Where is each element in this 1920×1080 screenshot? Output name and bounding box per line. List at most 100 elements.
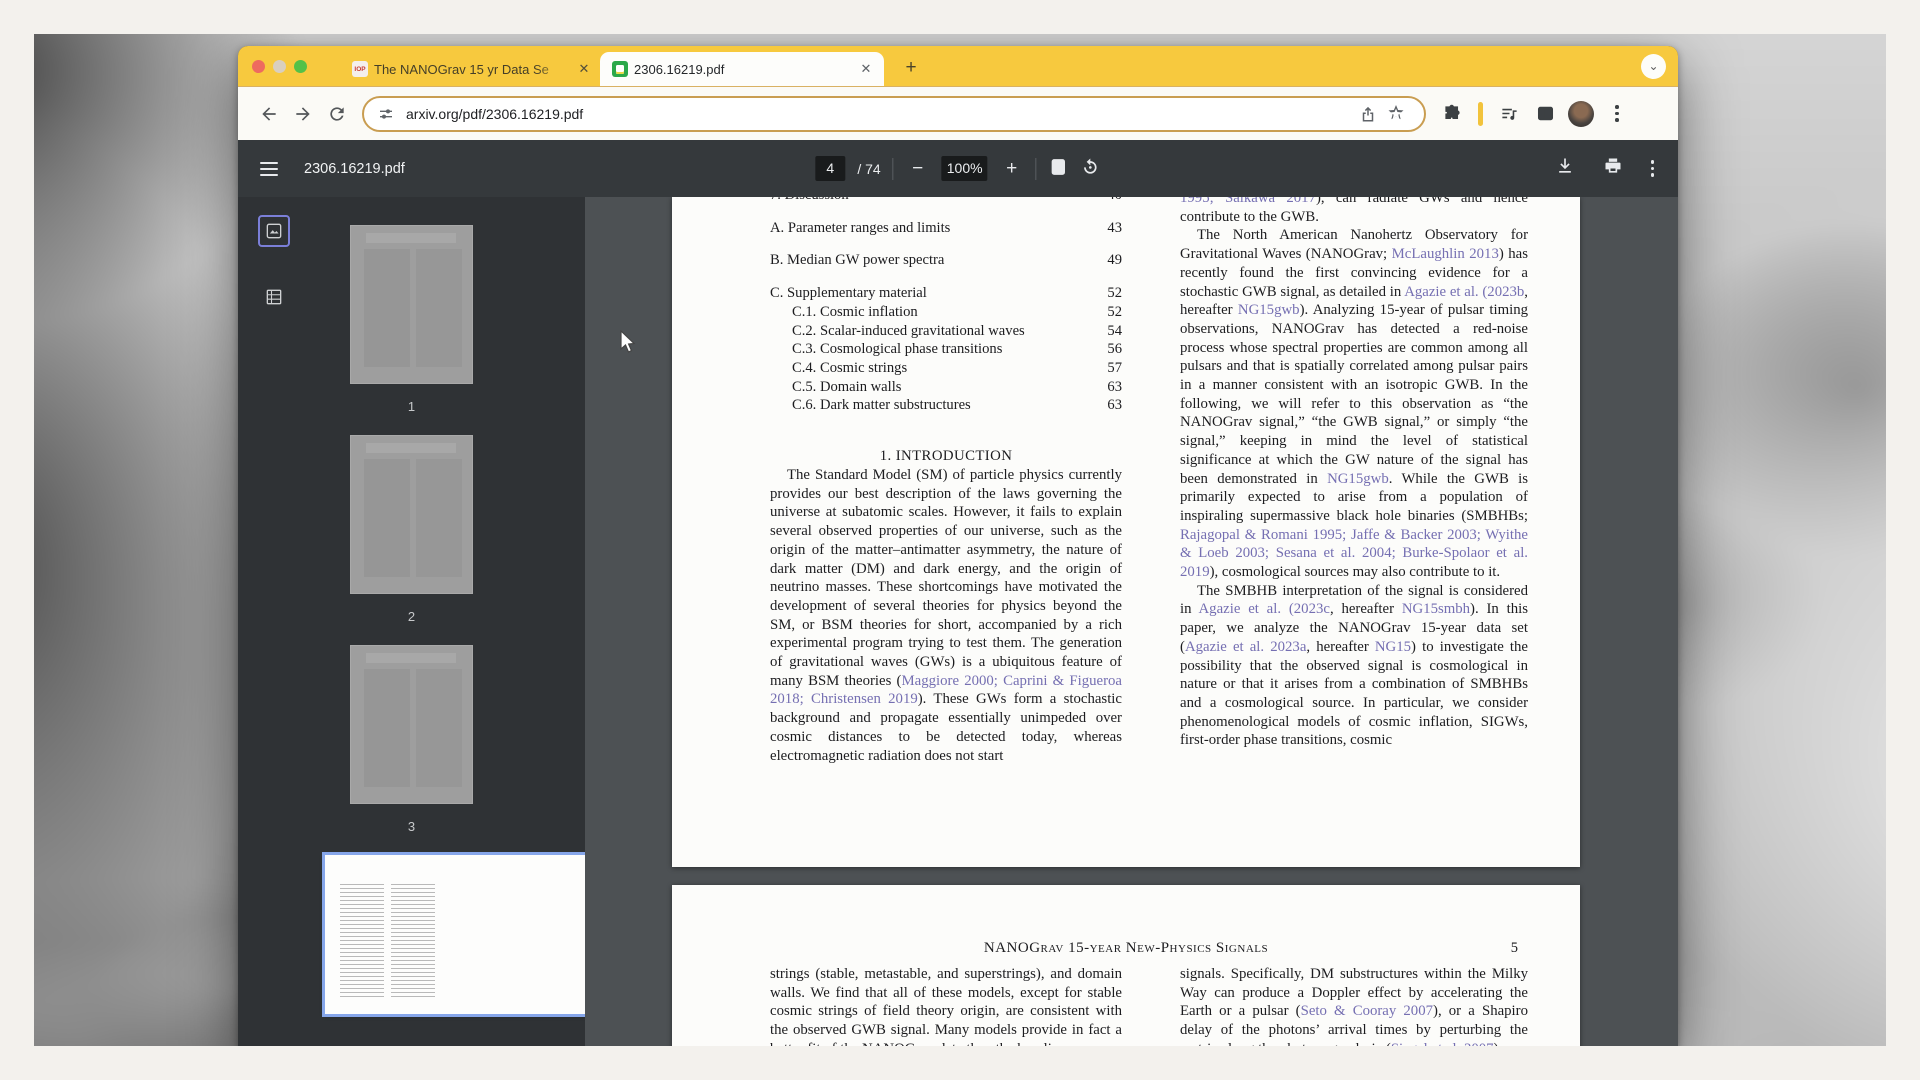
page-thumbnail-item: 4 xyxy=(408,855,415,885)
toc-row[interactable]: C.1. Cosmic inflation52 xyxy=(770,303,1122,322)
browser-window: IOP The NANOGrav 15 yr Data Se ✕ 2306.16… xyxy=(238,46,1678,1046)
url-input[interactable]: arxiv.org/pdf/2306.16219.pdf xyxy=(406,106,1354,122)
body-text: ). Analyzing 15-year of pulsar timing ob… xyxy=(1180,302,1528,486)
pdf-main-view: 7. Discussion40 A. Parameter ranges and l… xyxy=(585,197,1678,1046)
pdf-favicon-icon xyxy=(612,61,628,77)
toc-row[interactable]: B. Median GW power spectra49 xyxy=(770,251,1122,270)
page-thumbnail[interactable] xyxy=(350,435,473,594)
reload-icon xyxy=(327,104,347,124)
toc-entry-page: 63 xyxy=(1107,396,1122,415)
thumbnail-list: 1 2 3 4 xyxy=(238,225,585,906)
toc-row[interactable]: A. Parameter ranges and limits43 xyxy=(770,219,1122,238)
pdf-menu-button[interactable] xyxy=(260,162,278,176)
tab-nanograv-article[interactable]: IOP The NANOGrav 15 yr Data Se ✕ xyxy=(340,52,602,86)
citation-link[interactable]: 1995; Saikawa 2017 xyxy=(1180,197,1316,206)
print-button[interactable] xyxy=(1603,156,1623,181)
paragraph: The North American Nanohertz Observatory… xyxy=(1180,226,1528,581)
desktop-background: IOP The NANOGrav 15 yr Data Se ✕ 2306.16… xyxy=(34,34,1886,1046)
toc-entry-page: 40 xyxy=(1107,197,1122,205)
share-button[interactable] xyxy=(1354,100,1382,128)
bookmark-star-button[interactable] xyxy=(1382,100,1410,128)
site-settings-icon[interactable] xyxy=(378,106,394,122)
pdf-more-options-button[interactable] xyxy=(1651,160,1655,177)
citation-link[interactable]: Seto & Cooray 2007 xyxy=(1301,1003,1433,1019)
body-text: ) to investigate the possibility that th… xyxy=(1180,639,1528,749)
citation-link[interactable]: Agazie et al. 2023a xyxy=(1185,639,1306,655)
zoom-window-button[interactable] xyxy=(294,60,307,73)
reload-button[interactable] xyxy=(320,97,354,131)
citation-link[interactable]: NG15gwb xyxy=(1327,471,1389,487)
pdf-page-4: 7. Discussion40 A. Parameter ranges and l… xyxy=(672,197,1580,867)
browser-menu-button[interactable] xyxy=(1601,98,1633,130)
toc-row[interactable]: C. Supplementary material52 xyxy=(770,284,1122,303)
thumbnail-page-label: 2 xyxy=(350,609,473,624)
pdf-page-controls: 4 / 74 − 100% + xyxy=(815,140,1100,197)
rotate-button[interactable] xyxy=(1081,157,1101,180)
page-thumbnail[interactable] xyxy=(350,225,473,384)
close-window-button[interactable] xyxy=(252,60,265,73)
back-button[interactable] xyxy=(252,97,286,131)
toc-entry-label: C.6. Dark matter substructures xyxy=(770,396,971,415)
profile-avatar xyxy=(1568,101,1594,127)
forward-arrow-icon xyxy=(293,104,313,124)
zoom-in-button[interactable]: + xyxy=(1000,158,1024,180)
toc-row[interactable]: C.5. Domain walls63 xyxy=(770,378,1122,397)
tab-close-icon[interactable]: ✕ xyxy=(576,61,592,77)
page-thumbnail-item: 1 xyxy=(350,225,473,414)
divider xyxy=(1036,158,1037,180)
toc-entry-label: C.4. Cosmic strings xyxy=(770,359,907,378)
paragraph: 1995; Saikawa 2017), can radiate GWs and… xyxy=(1180,197,1528,226)
citation-link[interactable]: Agazie et al. (2023c xyxy=(1199,601,1330,617)
back-arrow-icon xyxy=(259,104,279,124)
citation-link[interactable]: McLaughlin 2013 xyxy=(1392,246,1499,262)
toc-entry-page: 52 xyxy=(1107,303,1122,322)
minimize-window-button[interactable] xyxy=(273,60,286,73)
pdf-sidebar: 1 2 3 4 xyxy=(238,197,585,1046)
new-tab-button[interactable]: + xyxy=(898,55,924,81)
toc-row[interactable]: C.6. Dark matter substructures 63 xyxy=(770,396,1122,415)
forward-button[interactable] xyxy=(286,97,320,131)
paragraph: The Standard Model (SM) of particle phys… xyxy=(770,466,1122,765)
citation-link[interactable]: NG15smbh xyxy=(1402,601,1470,617)
citation-link[interactable]: Agazie et al. (2023b xyxy=(1404,284,1524,300)
iop-favicon-icon: IOP xyxy=(352,61,368,77)
theme-accent-divider xyxy=(1478,102,1483,126)
tab-search-chevron-icon[interactable]: ⌄ xyxy=(1641,54,1666,79)
running-header: NANOGrav 15-year New-Physics Signals xyxy=(802,940,1450,957)
page-thumbnail-item: 3 xyxy=(350,645,473,834)
toc-entry-label: C.5. Domain walls xyxy=(770,378,901,397)
citation-link[interactable]: NG15gwb xyxy=(1238,302,1300,318)
toc-row[interactable]: C.3. Cosmological phase transitions56 xyxy=(770,340,1122,359)
media-controls-icon xyxy=(1500,104,1519,123)
page-thumbnail[interactable] xyxy=(350,645,473,804)
pdf-page-5: NANOGrav 15-year New-Physics Signals 5 s… xyxy=(672,885,1580,1046)
tab-pdf-active[interactable]: 2306.16219.pdf ✕ xyxy=(600,52,884,86)
toc-row[interactable]: C.2. Scalar-induced gravitational waves5… xyxy=(770,322,1122,341)
paragraph: The SMBHB interpretation of the signal i… xyxy=(1180,582,1528,750)
toc-row[interactable]: C.4. Cosmic strings57 xyxy=(770,359,1122,378)
toc-entry-label: C. Supplementary material xyxy=(770,284,927,303)
side-panel-button[interactable] xyxy=(1529,98,1561,130)
pdf-document-title: 2306.16219.pdf xyxy=(304,161,405,177)
zoom-level-input[interactable]: 100% xyxy=(942,156,988,181)
toc-entry-page: 54 xyxy=(1107,322,1122,341)
fit-page-icon xyxy=(1049,157,1069,177)
page-thumbnail-item: 2 xyxy=(350,435,473,624)
url-bar[interactable]: arxiv.org/pdf/2306.16219.pdf xyxy=(362,96,1426,132)
profile-button[interactable] xyxy=(1565,98,1597,130)
pdf-toolbar-right xyxy=(1555,140,1655,197)
three-dot-menu-icon xyxy=(1615,105,1619,122)
download-icon xyxy=(1555,156,1575,176)
media-controls-button[interactable] xyxy=(1493,98,1525,130)
fit-page-button[interactable] xyxy=(1049,157,1069,180)
zoom-out-button[interactable]: − xyxy=(906,158,930,180)
page-number-input[interactable]: 4 xyxy=(815,156,845,181)
tab-strip: IOP The NANOGrav 15 yr Data Se ✕ 2306.16… xyxy=(238,46,1678,86)
extensions-button[interactable] xyxy=(1436,98,1468,130)
thumbnail-page-label: 3 xyxy=(350,819,473,834)
toc-row[interactable]: 7. Discussion40 xyxy=(770,197,1122,205)
citation-link[interactable]: NG15 xyxy=(1375,639,1411,655)
citation-link[interactable]: Siegel et al. 2007 xyxy=(1391,1041,1494,1046)
tab-close-icon[interactable]: ✕ xyxy=(858,61,874,77)
download-button[interactable] xyxy=(1555,156,1575,181)
